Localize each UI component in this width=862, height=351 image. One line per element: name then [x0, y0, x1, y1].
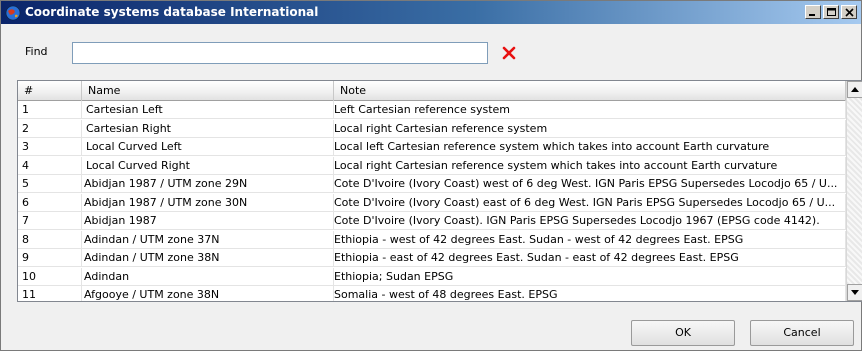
dialog-window: Coordinate systems database Internationa…: [0, 0, 862, 351]
table-row[interactable]: 8 Adindan / UTM zone 37N Ethiopia - west o…: [18, 230, 846, 249]
row-note: Left Cartesian reference system: [334, 101, 846, 119]
row-number: 9: [18, 249, 82, 267]
row-note: Cote D'Ivoire (Ivory Coast) east of 6 de…: [334, 193, 846, 212]
table-header: # Name Note: [18, 81, 846, 101]
row-number: 5: [18, 175, 82, 193]
close-icon[interactable]: [841, 5, 857, 19]
row-number: 10: [18, 267, 82, 286]
table-row[interactable]: 7 Abidjan 1987 Cote D'Ivoire (Ivory Coast)…: [18, 212, 846, 230]
coordinate-systems-table[interactable]: # Name Note 1 Cartesian Left Left Cartesia…: [17, 80, 862, 302]
vertical-scrollbar[interactable]: [846, 81, 862, 301]
row-number: 8: [18, 230, 82, 249]
table-row[interactable]: 9 Adindan / UTM zone 38N Ethiopia - east o…: [18, 249, 846, 267]
column-header-name[interactable]: Name: [82, 81, 334, 101]
table-row[interactable]: 2 Cartesian Right Local right Cartesian re…: [18, 119, 846, 138]
cancel-button[interactable]: Cancel: [750, 320, 854, 346]
row-note: Cote D'Ivoire (Ivory Coast) west of 6 de…: [334, 175, 846, 193]
find-input[interactable]: [72, 42, 488, 64]
row-number: 1: [18, 101, 82, 119]
window-title: Coordinate systems database Internationa…: [25, 5, 319, 19]
table-row[interactable]: 10 Adindan Ethiopia; Sudan EPSG: [18, 267, 846, 286]
row-name: Abidjan 1987 / UTM zone 29N: [82, 175, 334, 193]
row-name: Abidjan 1987: [82, 212, 334, 230]
row-note: Local right Cartesian reference system w…: [334, 156, 846, 175]
column-header-note[interactable]: Note: [334, 81, 846, 101]
row-note: Ethiopia - west of 42 degrees East. Suda…: [334, 230, 846, 249]
scroll-up-icon[interactable]: [847, 81, 862, 98]
row-note: Cote D'Ivoire (Ivory Coast). IGN Paris E…: [334, 212, 846, 230]
row-name: Adindan / UTM zone 37N: [82, 230, 334, 249]
ok-button[interactable]: OK: [631, 320, 735, 346]
row-note: Ethiopia; Sudan EPSG: [334, 267, 846, 286]
row-note: Ethiopia - east of 42 degrees East. Suda…: [334, 249, 846, 267]
row-number: 4: [18, 156, 82, 175]
row-name: Cartesian Right: [82, 119, 334, 138]
row-name: Abidjan 1987 / UTM zone 30N: [82, 193, 334, 212]
row-name: Local Curved Right: [82, 156, 334, 175]
column-header-number[interactable]: #: [18, 81, 82, 101]
row-name: Cartesian Left: [82, 101, 334, 119]
title-bar[interactable]: Coordinate systems database Internationa…: [1, 1, 861, 24]
row-note: Local left Cartesian reference system wh…: [334, 138, 846, 156]
row-name: Adindan: [82, 267, 334, 286]
globe-icon: [5, 5, 21, 21]
row-number: 3: [18, 138, 82, 156]
table-row[interactable]: 4 Local Curved Right Local right Cartesian…: [18, 156, 846, 175]
row-name: Local Curved Left: [82, 138, 334, 156]
scrollbar-track[interactable]: [847, 98, 862, 284]
table-row[interactable]: 11 Afgooye / UTM zone 38N Somalia - west o…: [18, 286, 846, 301]
row-number: 11: [18, 286, 82, 301]
row-number: 2: [18, 119, 82, 138]
row-name: Adindan / UTM zone 38N: [82, 249, 334, 267]
row-number: 6: [18, 193, 82, 212]
row-note: Local right Cartesian reference system: [334, 119, 846, 138]
table-row[interactable]: 5 Abidjan 1987 / UTM zone 29N Cote D'Ivoir…: [18, 175, 846, 193]
row-number: 7: [18, 212, 82, 230]
table-row[interactable]: 1 Cartesian Left Left Cartesian reference …: [18, 101, 846, 119]
find-label: Find: [25, 45, 48, 58]
table-row[interactable]: 6 Abidjan 1987 / UTM zone 30N Cote D'Ivoir…: [18, 193, 846, 212]
minimize-icon[interactable]: [805, 5, 821, 19]
scroll-down-icon[interactable]: [847, 284, 862, 301]
maximize-icon[interactable]: [823, 5, 839, 19]
clear-search-icon[interactable]: [501, 45, 517, 61]
table-row[interactable]: 3 Local Curved Left Local left Cartesian r…: [18, 138, 846, 156]
row-name: Afgooye / UTM zone 38N: [82, 286, 334, 301]
row-note: Somalia - west of 48 degrees East. EPSG: [334, 286, 846, 301]
